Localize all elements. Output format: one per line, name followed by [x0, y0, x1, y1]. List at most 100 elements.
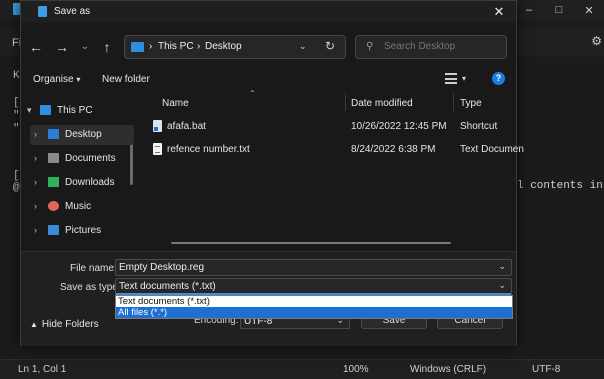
chevron-down-icon[interactable]: ⌄	[498, 261, 506, 272]
window-controls: – □ ✕	[514, 0, 604, 20]
sidebar-item-documents[interactable]: › Documents	[30, 149, 134, 169]
sidebar-item-label: This PC	[57, 105, 93, 116]
minimize-icon[interactable]: –	[514, 0, 544, 20]
file-type: Shortcut	[460, 121, 498, 132]
dropdown-option-all-files[interactable]: All files (*.*)	[116, 307, 512, 318]
sidebar-item-label: Music	[65, 201, 92, 212]
file-date: 10/26/2022 12:45 PM	[351, 121, 447, 132]
recent-chevron-icon[interactable]: ⌄	[76, 37, 94, 57]
file-name-label: File name:	[70, 263, 117, 274]
status-line-endings: Windows (CRLF)	[410, 364, 487, 375]
save-as-type-label: Save as type:	[60, 282, 121, 293]
search-icon: ⚲	[366, 41, 374, 52]
navigation-bar: ← → ⌄ ↑ › This PC › Desktop ⌄ ↻ ⚲	[21, 31, 516, 65]
breadcrumb-desktop[interactable]: Desktop	[205, 41, 242, 52]
address-bar[interactable]: › This PC › Desktop ⌄ ↻	[124, 35, 346, 59]
chevron-down-icon[interactable]: ⌄	[299, 41, 307, 52]
help-icon[interactable]: ?	[492, 72, 505, 85]
file-list: ⌃ Name Date modified Type afafa.bat 10/2…	[146, 89, 524, 249]
save-as-type-value: Text documents (*.txt)	[119, 281, 216, 292]
file-name-value: Empty Desktop.reg	[119, 262, 205, 273]
pc-icon	[131, 42, 144, 52]
save-as-type-select[interactable]: Text documents (*.txt) ⌄	[115, 278, 512, 295]
file-name: refence number.txt	[167, 144, 250, 155]
pc-icon	[40, 105, 51, 115]
sidebar-item-label: Pictures	[65, 225, 102, 236]
notepad-statusbar: Ln 1, Col 1 100% Windows (CRLF) UTF-8	[0, 359, 604, 379]
sidebar-item-label: Documents	[65, 153, 116, 164]
editor-line: [	[13, 170, 20, 182]
status-encoding: UTF-8	[532, 364, 561, 375]
organise-label: Organise	[33, 74, 74, 85]
file-row[interactable]: afafa.bat 10/26/2022 12:45 PM Shortcut	[146, 117, 516, 137]
desktop-folder-icon	[48, 129, 59, 139]
search-input[interactable]	[384, 41, 504, 52]
sidebar-item-pictures[interactable]: › Pictures	[30, 221, 134, 241]
notepad-icon	[38, 6, 47, 17]
chevron-right-icon[interactable]: ›	[34, 225, 37, 235]
sidebar-item-music[interactable]: › Music	[30, 197, 134, 217]
sidebar-item-label: Desktop	[65, 129, 102, 140]
status-zoom: 100%	[343, 364, 369, 375]
close-icon[interactable]: ✕	[574, 0, 604, 20]
file-date: 8/24/2022 6:38 PM	[351, 144, 436, 155]
refresh-icon[interactable]: ↻	[325, 39, 335, 53]
chevron-down-icon[interactable]: ⌄	[498, 280, 506, 291]
editor-line: @	[13, 182, 20, 194]
txt-file-icon	[153, 143, 162, 155]
column-header-date[interactable]: Date modified	[346, 93, 454, 111]
editor-line: "	[13, 110, 20, 122]
hide-folders-label: Hide Folders	[41, 319, 99, 330]
file-row[interactable]: refence number.txt 8/24/2022 6:38 PM Tex…	[146, 140, 524, 160]
breadcrumb-this-pc[interactable]: This PC	[158, 41, 194, 52]
chevron-right-icon[interactable]: ›	[34, 177, 37, 187]
gear-icon[interactable]: ⚙	[591, 34, 602, 48]
chevron-right-icon[interactable]: ›	[34, 129, 37, 139]
chevron-right-icon[interactable]: ›	[34, 201, 37, 211]
chevron-down-icon[interactable]: ▾	[462, 74, 466, 83]
search-box[interactable]: ⚲	[355, 35, 507, 59]
back-arrow-icon[interactable]: ←	[27, 37, 45, 57]
horizontal-scrollbar[interactable]	[171, 242, 451, 244]
navigation-pane: ▾ This PC › Desktop › Documents › Downloads › Mus…	[21, 97, 137, 249]
chevron-right-icon[interactable]: ›	[34, 153, 37, 163]
pictures-icon	[48, 225, 59, 235]
column-header-name[interactable]: Name	[146, 93, 346, 111]
dropdown-option-text-documents[interactable]: Text documents (*.txt)	[116, 296, 512, 307]
save-as-dialog: Save as ✕ ← → ⌄ ↑ › This PC › Desktop ⌄ …	[20, 0, 524, 346]
up-arrow-icon[interactable]: ↑	[98, 37, 116, 57]
chevron-down-icon[interactable]: ▾	[27, 105, 32, 116]
editor-line: "	[13, 123, 20, 135]
sidebar-item-this-pc[interactable]: ▾ This PC	[24, 101, 134, 121]
hide-folders-button[interactable]: ▲ Hide Folders	[30, 319, 99, 330]
organise-button[interactable]: Organise ▾	[33, 74, 80, 85]
new-folder-button[interactable]: New folder	[102, 74, 150, 85]
view-options-icon[interactable]	[445, 73, 457, 84]
chevron-up-icon: ▲	[30, 320, 38, 329]
forward-arrow-icon[interactable]: →	[53, 37, 71, 57]
sidebar-item-label: Downloads	[65, 177, 115, 188]
file-name-field[interactable]: Empty Desktop.reg ⌄	[115, 259, 512, 276]
command-bar: Organise ▾ New folder ▾ ?	[21, 71, 516, 91]
bat-file-icon	[153, 120, 162, 132]
file-name: afafa.bat	[167, 121, 206, 132]
chevron-down-icon: ▾	[76, 75, 81, 84]
maximize-icon[interactable]: □	[544, 0, 574, 20]
save-as-type-dropdown: Text documents (*.txt) All files (*.*)	[115, 295, 513, 319]
sidebar-item-downloads[interactable]: › Downloads	[30, 173, 134, 193]
documents-folder-icon	[48, 153, 59, 163]
status-position: Ln 1, Col 1	[18, 364, 67, 375]
dialog-title: Save as	[54, 6, 91, 17]
close-icon[interactable]: ✕	[490, 3, 508, 21]
file-type: Text Documen	[460, 144, 524, 155]
download-icon	[48, 177, 59, 187]
music-icon	[48, 201, 59, 211]
breadcrumb-separator: ›	[149, 41, 153, 52]
editor-line: [	[13, 97, 20, 109]
breadcrumb-separator: ›	[197, 41, 201, 52]
editor-text-tail: l contents in c	[517, 180, 604, 192]
column-header-type[interactable]: Type	[454, 93, 516, 111]
sidebar-item-desktop[interactable]: › Desktop	[30, 125, 134, 145]
editor-line: K	[13, 70, 20, 82]
dialog-titlebar: Save as ✕	[21, 1, 516, 23]
